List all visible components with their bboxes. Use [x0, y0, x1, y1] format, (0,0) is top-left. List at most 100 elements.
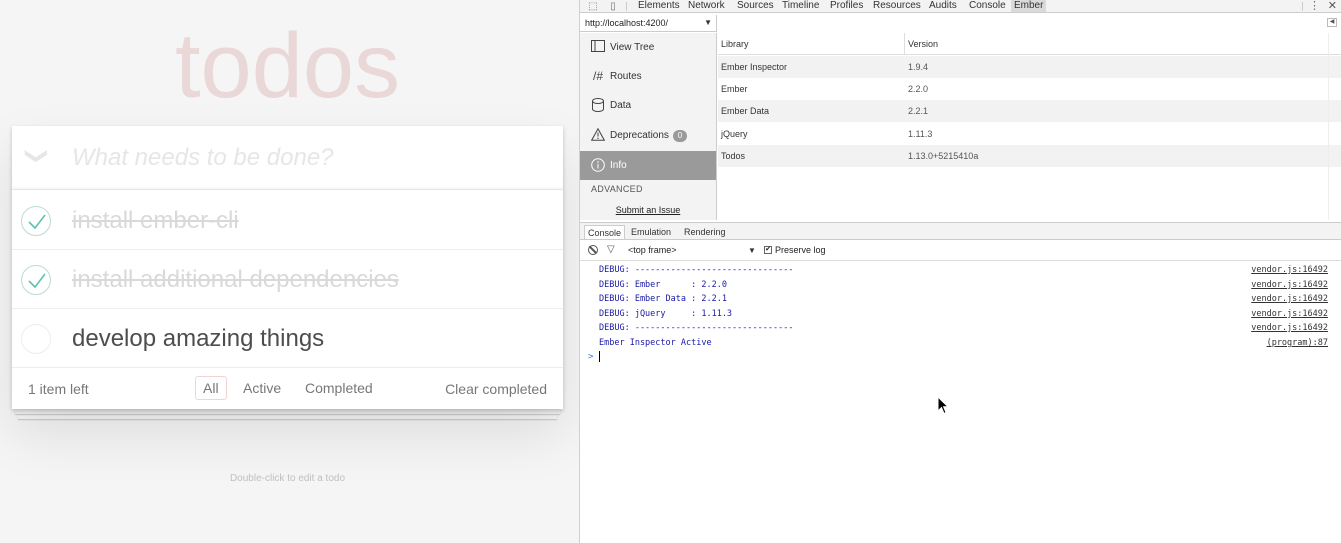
table-row: Todos 1.13.0+5215410a [718, 145, 1341, 167]
frame-select[interactable]: <top frame> [628, 245, 758, 255]
console-message: DEBUG: jQuery : 1.11.3 [599, 309, 733, 319]
console-toolbar: ▽ <top frame> ▼ ✔ Preserve log [580, 241, 1341, 261]
sidebar-item-label: Data [610, 100, 632, 111]
drawer-tab-emulation[interactable]: Emulation [628, 225, 674, 239]
kebab-menu-icon[interactable]: ⋮ [1309, 0, 1320, 13]
new-todo-row: ❯ [12, 126, 563, 190]
console-source-link[interactable]: vendor.js:16492 [1251, 280, 1328, 290]
dropdown-arrow-icon: ▼ [704, 18, 712, 27]
checkmark-icon [28, 214, 46, 230]
checkmark-icon [28, 273, 46, 289]
drawer-tab-rendering[interactable]: Rendering [681, 225, 729, 239]
console-line: DEBUG: jQuery : 1.11.3 vendor.js:16492 [580, 307, 1341, 321]
mouse-cursor-icon [937, 396, 949, 415]
todo-item[interactable]: install ember-cli [12, 191, 563, 250]
sidebar-item-view-tree[interactable]: View Tree [580, 33, 716, 62]
dropdown-arrow-icon: ▼ [748, 246, 756, 255]
library-version: 2.2.0 [908, 84, 929, 94]
clear-console-icon[interactable] [588, 245, 598, 255]
console-message: Ember Inspector Active [599, 338, 712, 348]
console-line: DEBUG: Ember : 2.2.0 vendor.js:16492 [580, 278, 1341, 292]
todo-item[interactable]: develop amazing things [12, 309, 563, 368]
library-version: 1.11.3 [908, 129, 933, 139]
devtools-toolbar: ⬚ ▯ Elements Network Sources Timeline Pr… [580, 0, 1341, 13]
todo-label[interactable]: install additional dependencies [72, 266, 399, 294]
console-prompt-icon: > [588, 352, 594, 362]
todo-item[interactable]: install additional dependencies [12, 250, 563, 309]
todo-app: todos ❯ install ember-cli install additi… [0, 0, 579, 543]
filter-active[interactable]: Active [235, 376, 289, 400]
tab-console[interactable]: Console [969, 0, 1006, 12]
toolbar-divider [626, 2, 627, 11]
table-row: Ember Data 2.2.1 [718, 100, 1341, 122]
sidebar-section-advanced: ADVANCED [591, 184, 643, 194]
filter-icon[interactable]: ▽ [607, 244, 615, 255]
console-line: Ember Inspector Active (program):87 [580, 336, 1341, 350]
sidebar-item-label: View Tree [610, 42, 655, 53]
sidebar-item-label: Deprecations 0 [610, 130, 687, 142]
table-scrollbar[interactable] [1328, 33, 1341, 220]
tab-sources[interactable]: Sources [737, 0, 774, 12]
tab-profiles[interactable]: Profiles [830, 0, 863, 12]
console-source-link[interactable]: (program):87 [1267, 338, 1328, 348]
sidebar-item-info[interactable]: Info [580, 151, 716, 180]
submit-issue-link[interactable]: Submit an Issue [580, 205, 716, 215]
drawer-tab-console[interactable]: Console [584, 225, 626, 239]
tab-resources[interactable]: Resources [873, 0, 921, 12]
sidebar-item-label: Info [610, 160, 627, 171]
console-line: DEBUG: ------------------------------- v… [580, 263, 1341, 277]
tab-ember[interactable]: Ember [1011, 0, 1047, 12]
drawer-tab-bar: Console Emulation Rendering [580, 222, 1341, 240]
column-header-version: Version [908, 39, 939, 49]
todo-label[interactable]: install ember-cli [72, 207, 239, 235]
filter-all[interactable]: All [195, 376, 227, 400]
sidebar-item-routes[interactable]: /# Routes [580, 62, 716, 91]
app-url-select[interactable]: http://localhost:4200/ ▼ [580, 15, 717, 32]
todo-footer: 1 item left All Active Completed Clear c… [12, 369, 563, 409]
console-message: DEBUG: Ember Data : 2.2.1 [599, 294, 727, 304]
console-source-link[interactable]: vendor.js:16492 [1251, 294, 1328, 304]
console-message: DEBUG: ------------------------------- [599, 265, 794, 275]
clear-completed-button[interactable]: Clear completed [445, 381, 547, 397]
toolbar-divider [1302, 2, 1303, 11]
app-url: http://localhost:4200/ [585, 18, 669, 28]
sidebar-item-deprecations[interactable]: Deprecations 0 [580, 121, 716, 150]
column-divider[interactable] [904, 33, 905, 55]
library-name: jQuery [721, 129, 748, 139]
console-source-link[interactable]: vendor.js:16492 [1251, 265, 1328, 275]
todo-label[interactable]: develop amazing things [72, 325, 324, 353]
preserve-log-label: Preserve log [775, 245, 826, 255]
todo-toggle-checkbox[interactable] [21, 324, 51, 354]
tab-elements[interactable]: Elements [638, 0, 680, 12]
todo-toggle-checkbox[interactable] [21, 265, 51, 295]
table-row: jQuery 1.11.3 [718, 123, 1341, 145]
warning-icon [590, 127, 606, 142]
new-todo-input[interactable] [72, 140, 542, 176]
collapse-pane-icon[interactable]: ◀ [1327, 18, 1337, 27]
data-icon [591, 98, 605, 112]
console-source-link[interactable]: vendor.js:16492 [1251, 323, 1328, 333]
library-version: 1.9.4 [908, 62, 929, 72]
todo-toggle-checkbox[interactable] [21, 206, 51, 236]
column-header-library: Library [721, 39, 749, 49]
table-header: Library Version [718, 33, 1341, 55]
table-row: Ember 2.2.0 [718, 78, 1341, 100]
inspect-icon[interactable]: ⬚ [586, 0, 600, 13]
toggle-all-icon[interactable]: ❯ [25, 145, 50, 167]
app-title: todos [174, 15, 401, 117]
device-icon[interactable]: ▯ [606, 0, 620, 13]
sidebar-item-data[interactable]: Data [580, 91, 716, 120]
library-name: Ember Data [721, 106, 770, 116]
console-message: DEBUG: Ember : 2.2.0 [599, 280, 727, 290]
filter-completed[interactable]: Completed [297, 376, 381, 400]
console-line: DEBUG: Ember Data : 2.2.1 vendor.js:1649… [580, 292, 1341, 306]
preserve-log-checkbox[interactable]: ✔ [764, 246, 772, 254]
sidebar-item-label: Routes [610, 71, 642, 82]
devtools-panel: ⬚ ▯ Elements Network Sources Timeline Pr… [579, 0, 1341, 543]
console-input[interactable] [599, 350, 1329, 364]
tab-timeline[interactable]: Timeline [782, 0, 819, 12]
tab-audits[interactable]: Audits [929, 0, 957, 12]
close-icon[interactable]: ✕ [1328, 0, 1337, 13]
console-source-link[interactable]: vendor.js:16492 [1251, 309, 1328, 319]
tab-network[interactable]: Network [688, 0, 725, 12]
